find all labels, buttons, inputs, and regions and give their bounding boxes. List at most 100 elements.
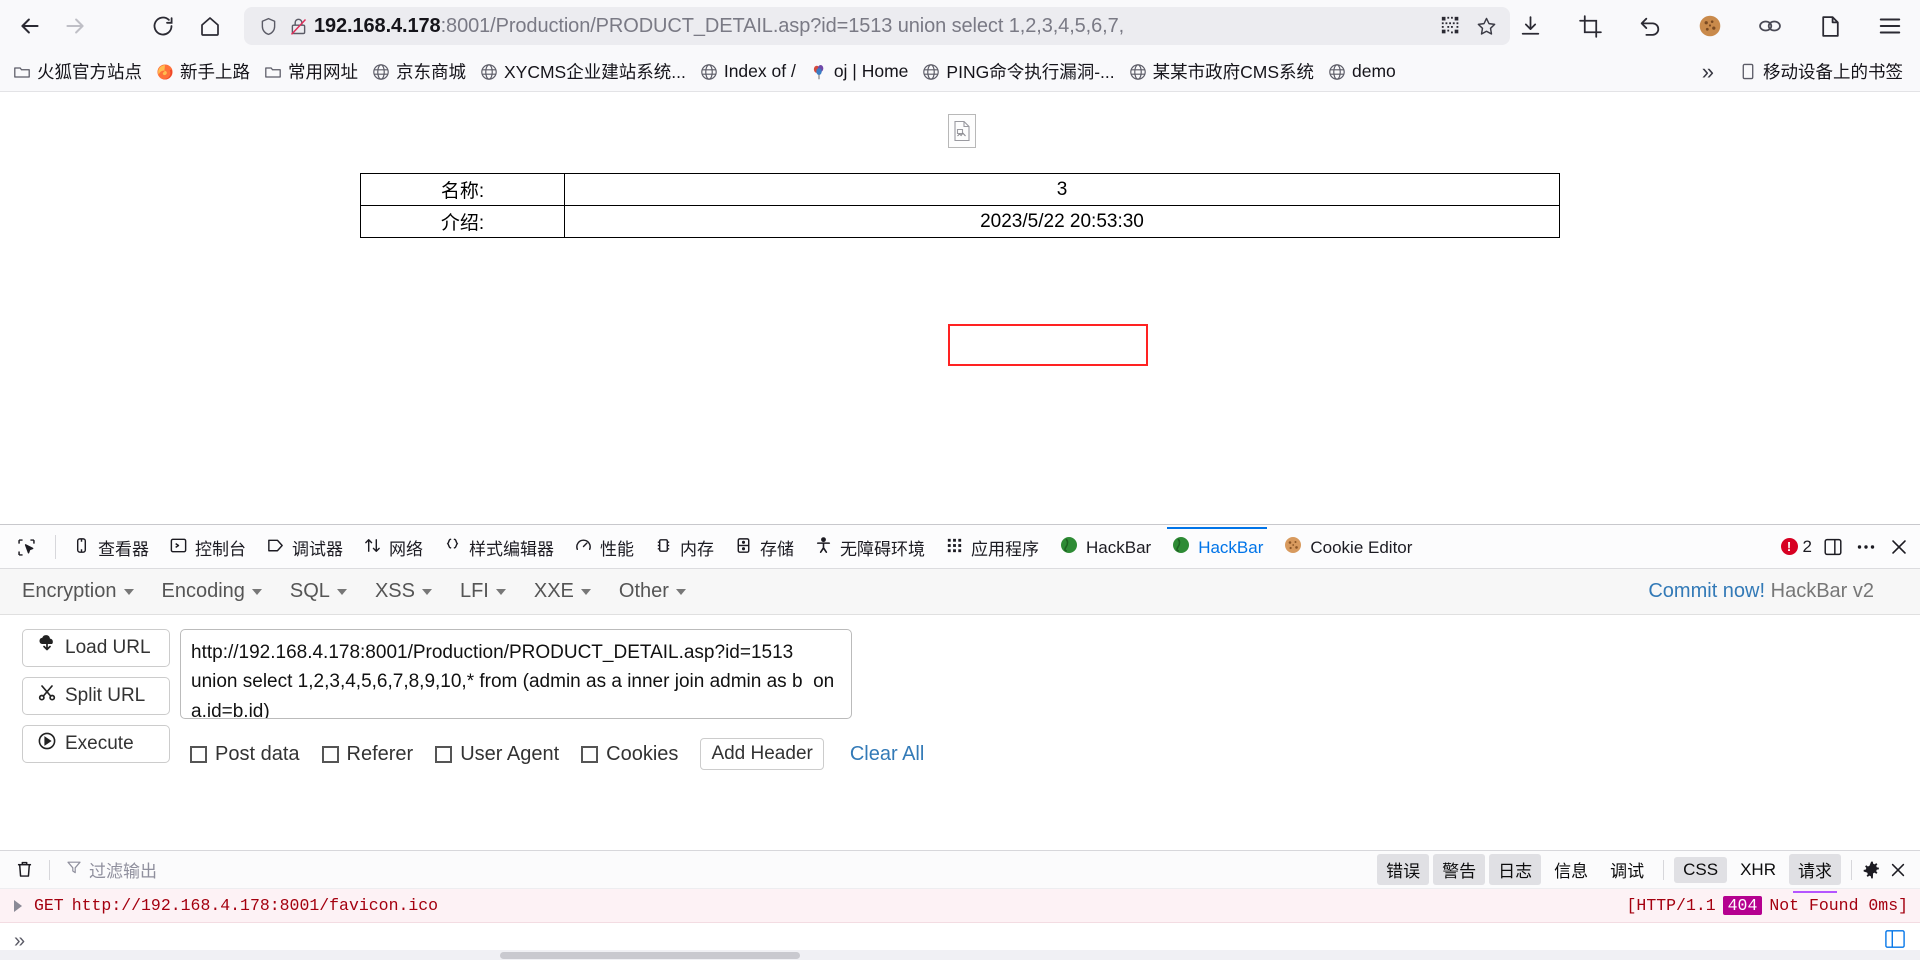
tab-storage[interactable]: 存储 [724, 525, 804, 569]
style-editor-icon [443, 536, 462, 560]
qr-code-icon[interactable] [1436, 11, 1466, 41]
commit-now-link[interactable]: Commit now! [1648, 580, 1765, 602]
filter-debug[interactable]: 调试 [1601, 854, 1653, 885]
extension-container-icon[interactable] [1810, 6, 1850, 46]
tab-accessibility[interactable]: 无障碍环境 [804, 525, 935, 569]
clear-all-link[interactable]: Clear All [850, 743, 924, 766]
console-filter-input[interactable]: 过滤输出 [66, 857, 157, 882]
checkbox-box[interactable] [435, 745, 453, 763]
menu-encryption[interactable]: Encryption [22, 580, 150, 603]
tab-memory[interactable]: 内存 [644, 525, 724, 569]
downloads-icon[interactable] [1510, 6, 1550, 46]
screenshot-icon[interactable] [1570, 6, 1610, 46]
app-menu-icon[interactable] [1870, 6, 1910, 46]
gear-icon[interactable] [1862, 860, 1882, 880]
extension-proxy-icon[interactable] [1750, 6, 1790, 46]
bookmarks-toolbar: 火狐官方站点 新手上路 常用网址 京东商城 XYCMS企业建站系统... Ind… [0, 52, 1920, 92]
address-bar[interactable]: 192.168.4.178:8001/Production/PRODUCT_DE… [243, 7, 1510, 45]
execute-button[interactable]: Execute [22, 725, 170, 763]
filter-warnings[interactable]: 警告 [1433, 854, 1486, 885]
checkbox-box[interactable] [581, 745, 599, 763]
tab-cookie-editor[interactable]: Cookie Editor [1273, 525, 1422, 569]
checkbox-user-agent[interactable]: User Agent [435, 743, 559, 766]
filter-logs[interactable]: 日志 [1489, 854, 1542, 885]
add-header-button[interactable]: Add Header [700, 738, 824, 770]
bookmarks-overflow-button[interactable]: » [1688, 59, 1728, 85]
bookmark-item-8[interactable]: 某某市政府CMS系统 [1122, 55, 1321, 88]
back-button[interactable] [12, 6, 47, 46]
element-picker-icon[interactable] [4, 525, 49, 569]
tab-application[interactable]: 应用程序 [935, 525, 1049, 569]
tab-inspector[interactable]: 查看器 [62, 525, 159, 569]
mobile-bookmarks-item[interactable]: 移动设备上的书签 [1732, 55, 1910, 88]
checkbox-box[interactable] [190, 745, 207, 763]
tab-hackbar-2[interactable]: HackBar [1161, 525, 1273, 569]
menu-lfi[interactable]: LFI [460, 580, 522, 603]
console-network-row[interactable]: GET http://192.168.4.178:8001/favicon.ic… [0, 889, 1920, 923]
filter-info[interactable]: 信息 [1545, 854, 1597, 885]
undo-icon[interactable] [1630, 6, 1670, 46]
menu-encoding[interactable]: Encoding [162, 580, 278, 603]
tab-style-editor[interactable]: 样式编辑器 [433, 525, 564, 569]
tab-debugger[interactable]: 调试器 [256, 525, 353, 569]
home-button[interactable] [193, 6, 228, 46]
console-row-status: [HTTP/1.1 404 Not Found 0ms] [1627, 896, 1920, 915]
hackbar-request-options: Post data Referer User Agent Cookies Add… [190, 738, 924, 770]
bookmark-label: Index of / [723, 61, 796, 81]
lock-broken-icon[interactable] [284, 11, 314, 41]
bookmark-item-3[interactable]: 京东商城 [365, 55, 473, 88]
checkbox-cookies[interactable]: Cookies [581, 743, 678, 766]
filter-css[interactable]: CSS [1674, 856, 1728, 883]
menu-xss[interactable]: XSS [375, 580, 448, 603]
checkbox-referer[interactable]: Referer [321, 742, 414, 766]
tab-hackbar-1[interactable]: HackBar [1049, 525, 1161, 569]
scrollbar-thumb[interactable] [500, 952, 800, 959]
load-url-button[interactable]: Load URL [22, 629, 170, 667]
bookmark-item-7[interactable]: PING命令执行漏洞-... [915, 55, 1121, 88]
bookmark-item-5[interactable]: Index of / [693, 57, 803, 86]
checkbox-label: Referer [346, 742, 414, 765]
tab-console[interactable]: 控制台 [159, 525, 256, 569]
bookmark-label: demo [1352, 61, 1396, 81]
menu-xxe[interactable]: XXE [534, 580, 607, 603]
chevron-down-icon [675, 588, 686, 595]
reload-button[interactable] [146, 6, 181, 46]
split-url-button[interactable]: Split URL [22, 677, 170, 715]
bookmark-item-0[interactable]: 火狐官方站点 [6, 55, 149, 88]
filter-errors[interactable]: 错误 [1377, 854, 1430, 885]
shield-icon[interactable] [254, 11, 284, 41]
error-count: 2 [1802, 536, 1812, 556]
checkbox-post-data[interactable]: Post data [190, 743, 300, 766]
menu-other[interactable]: Other [619, 580, 702, 603]
bookmark-item-4[interactable]: XYCMS企业建站系统... [473, 55, 693, 88]
menu-sql[interactable]: SQL [290, 580, 363, 603]
horizontal-scrollbar[interactable] [0, 950, 1920, 960]
bookmark-item-1[interactable]: 新手上路 [149, 55, 257, 88]
close-icon[interactable] [1888, 536, 1910, 558]
tab-network[interactable]: 网络 [353, 525, 433, 569]
checkbox-box[interactable] [321, 745, 339, 763]
mobile-device-icon [1739, 63, 1757, 81]
url-text[interactable]: 192.168.4.178:8001/Production/PRODUCT_DE… [314, 7, 1436, 45]
toolbar-divider [55, 534, 56, 559]
filter-requests[interactable]: 请求 [1789, 854, 1841, 893]
bookmark-item-2[interactable]: 常用网址 [257, 55, 365, 88]
split-url-icon [37, 683, 57, 709]
trash-icon[interactable] [6, 859, 43, 880]
split-console-icon[interactable] [1822, 536, 1844, 558]
close-icon[interactable] [1886, 860, 1908, 880]
tab-performance[interactable]: 性能 [564, 525, 644, 569]
url-textarea[interactable] [180, 629, 852, 719]
more-options-icon[interactable] [1854, 535, 1878, 559]
network-icon [363, 536, 382, 560]
error-count-badge[interactable]: ! 2 [1780, 536, 1812, 557]
button-label: Execute [65, 733, 134, 754]
expand-triangle-icon[interactable] [14, 899, 22, 912]
extension-cookie-icon[interactable] [1690, 6, 1730, 46]
bookmark-item-6[interactable]: oj | Home [803, 57, 916, 86]
filter-xhr[interactable]: XHR [1731, 857, 1785, 883]
bookmark-item-9[interactable]: demo [1321, 57, 1403, 86]
bookmark-label: 火狐官方站点 [37, 62, 142, 82]
star-icon[interactable] [1472, 11, 1502, 41]
forward-button[interactable] [57, 6, 92, 46]
